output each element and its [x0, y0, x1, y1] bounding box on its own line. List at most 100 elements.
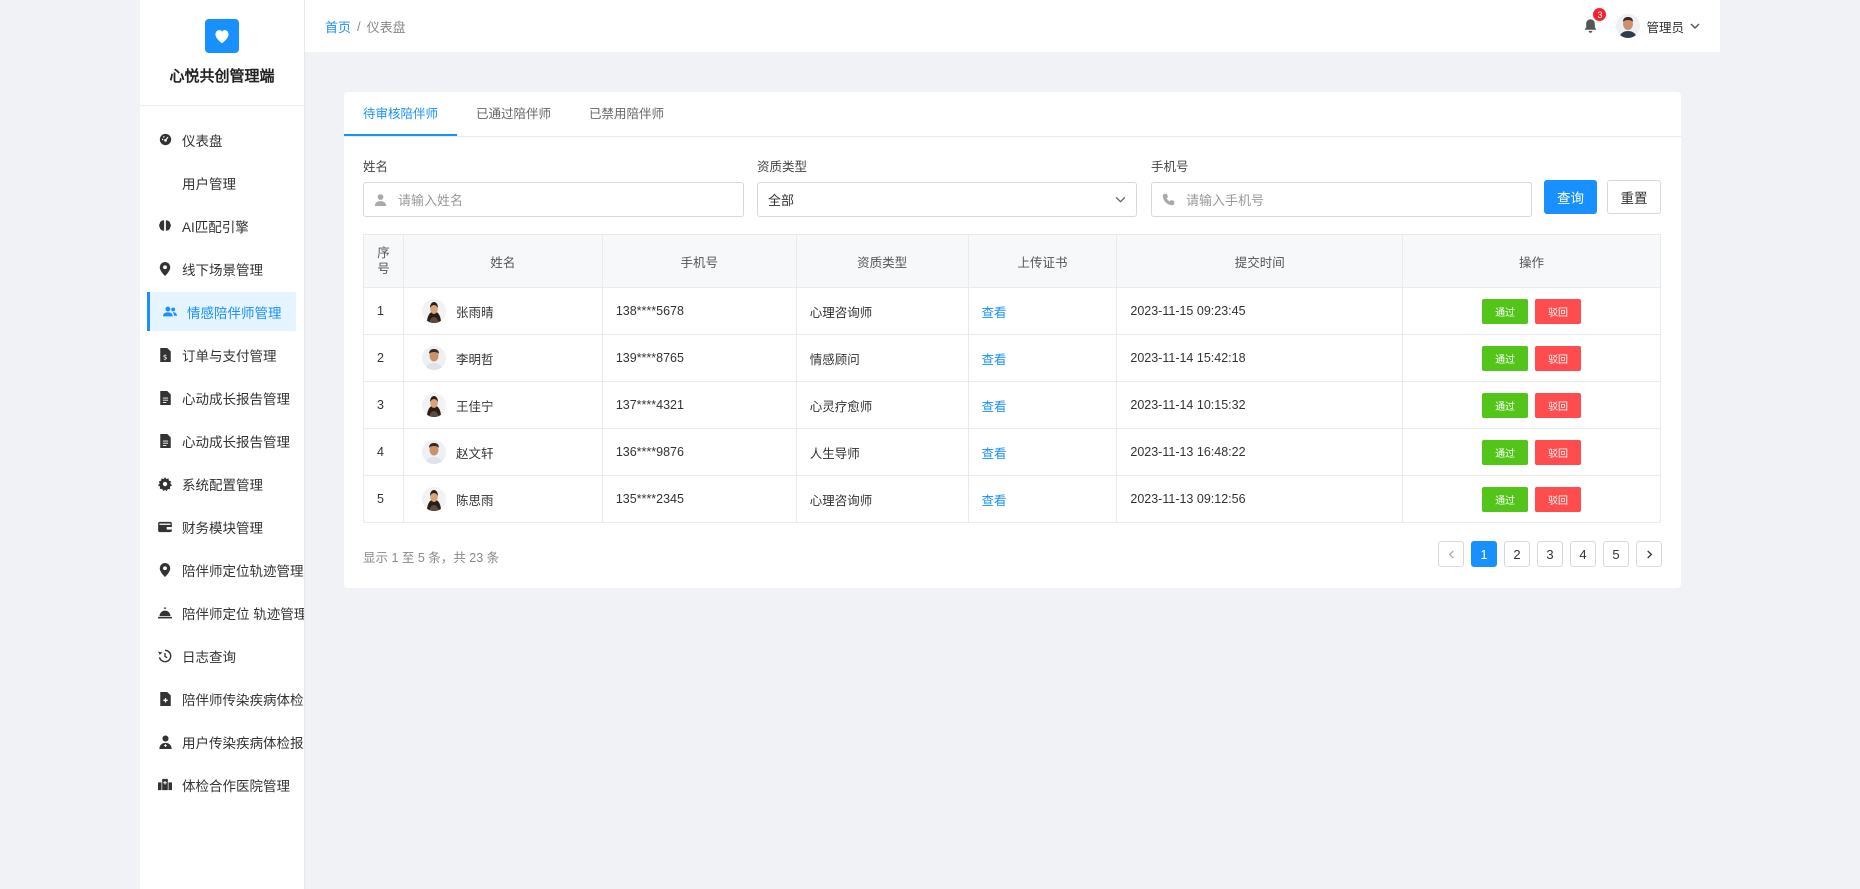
- table-header-row: 序号 姓名 手机号 资质类型 上传证书 提交时间 操作: [363, 234, 1661, 288]
- view-cert-link[interactable]: 查看: [982, 447, 1007, 461]
- view-cert-link[interactable]: 查看: [982, 494, 1007, 508]
- sidebar-item-15[interactable]: 体检合作医院管理: [140, 765, 296, 804]
- notification-button[interactable]: 3: [1580, 8, 1607, 36]
- pagination: 12345: [1438, 541, 1662, 567]
- sidebar-item-9[interactable]: 财务模块管理: [140, 507, 296, 546]
- bell-concierge-icon: [158, 606, 172, 620]
- cell-type: 心理咨询师: [795, 475, 969, 523]
- sidebar-item-0[interactable]: 仪表盘: [140, 120, 296, 159]
- invoice-icon: $: [158, 347, 172, 362]
- map-pin-icon: [158, 562, 172, 577]
- tab-0[interactable]: 待审核陪伴师: [344, 92, 458, 136]
- tab-bar: 待审核陪伴师 已通过陪伴师 已禁用陪伴师: [344, 92, 1681, 137]
- cell-cert: 查看: [967, 475, 1118, 523]
- chevron-left-icon: [1448, 549, 1454, 559]
- cell-ops: 通过 驳回: [1402, 381, 1661, 429]
- approve-button[interactable]: 通过: [1482, 486, 1529, 512]
- sidebar-item-5[interactable]: $ 订单与支付管理: [140, 335, 296, 374]
- sidebar-item-3[interactable]: 线下场景管理: [140, 249, 296, 288]
- phone-filter: 手机号 请输入手机号: [1151, 156, 1532, 217]
- cell-ops: 通过 驳回: [1402, 475, 1661, 523]
- approve-button[interactable]: 通过: [1482, 439, 1529, 465]
- cell-name: 陈思雨: [402, 475, 603, 523]
- cell-index: 3: [363, 381, 404, 429]
- sidebar-item-6[interactable]: 心动成长报告管理: [140, 378, 296, 417]
- page-1-button[interactable]: 1: [1471, 541, 1497, 567]
- sidebar-item-14[interactable]: 用户传染疾病体检报: [140, 722, 304, 761]
- file-icon: [158, 390, 172, 405]
- file-icon: [158, 433, 172, 448]
- user-menu[interactable]: 管理员: [1616, 14, 1700, 38]
- table-row: 1 张雨晴 138****5678 心理咨询师 查看 2023-11-15 09:23:4…: [363, 287, 1661, 335]
- col-ops-header: 操作: [1402, 234, 1661, 288]
- reject-button[interactable]: 驳回: [1535, 298, 1582, 324]
- header-actions: 3 管理员: [1580, 8, 1700, 38]
- sidebar-item-12[interactable]: 日志查询: [140, 636, 296, 675]
- cell-type: 人生导师: [795, 428, 969, 476]
- sidebar-item-label: 心动成长报告管理: [182, 391, 290, 407]
- breadcrumb-home-link[interactable]: 首页: [325, 17, 351, 36]
- cell-type: 情感顾问: [795, 334, 969, 382]
- sidebar-item-label: 仪表盘: [182, 133, 223, 149]
- sidebar-item-label: 体检合作医院管理: [182, 778, 290, 794]
- sidebar-item-label: 线下场景管理: [182, 262, 263, 278]
- cell-cert: 查看: [967, 428, 1118, 476]
- cell-cert: 查看: [967, 381, 1118, 429]
- page-5-button[interactable]: 5: [1603, 541, 1629, 567]
- history-icon: [158, 649, 172, 663]
- sidebar-item-13[interactable]: 陪伴师传染疾病体检: [140, 679, 304, 718]
- cell-time: 2023-11-13 09:12:56: [1116, 475, 1404, 523]
- sidebar-item-label: 财务模块管理: [182, 520, 263, 536]
- view-cert-link[interactable]: 查看: [982, 353, 1007, 367]
- col-name-header: 姓名: [402, 234, 603, 288]
- cell-phone: 138****5678: [601, 287, 797, 335]
- qualification-select[interactable]: 全部: [757, 182, 1137, 217]
- reject-button[interactable]: 驳回: [1535, 392, 1582, 418]
- hospital-icon: [158, 778, 172, 792]
- cell-name: 李明哲: [402, 334, 603, 382]
- view-cert-link[interactable]: 查看: [982, 306, 1007, 320]
- approve-button[interactable]: 通过: [1482, 345, 1529, 371]
- approve-button[interactable]: 通过: [1482, 392, 1529, 418]
- sidebar-item-2[interactable]: AI匹配引擎: [140, 206, 296, 245]
- user-doctor-icon: [158, 734, 172, 749]
- companion-name: 张雨晴: [455, 305, 494, 320]
- page-4-button[interactable]: 4: [1570, 541, 1596, 567]
- sidebar-item-7[interactable]: 心动成长报告管理: [140, 421, 296, 460]
- name-input[interactable]: 请输入姓名: [363, 182, 744, 217]
- cell-ops: 通过 驳回: [1402, 428, 1661, 476]
- view-cert-link[interactable]: 查看: [982, 400, 1007, 414]
- sidebar-item-4[interactable]: 情感陪伴师管理: [147, 292, 296, 331]
- reject-button[interactable]: 驳回: [1535, 439, 1582, 465]
- companion-table: 序号 姓名 手机号 资质类型 上传证书 提交时间 操作 1 张雨晴 138****5…: [363, 234, 1661, 523]
- sidebar-item-10[interactable]: 陪伴师定位轨迹管理: [140, 550, 304, 589]
- blank-icon: [158, 176, 172, 190]
- avatar: [421, 299, 446, 323]
- chevron-down-icon: [1690, 23, 1700, 29]
- query-button[interactable]: 查询: [1544, 180, 1597, 214]
- page-3-button[interactable]: 3: [1537, 541, 1563, 567]
- sidebar-item-1[interactable]: 用户管理: [140, 163, 296, 202]
- prev-page-button[interactable]: [1438, 541, 1464, 567]
- tab-2[interactable]: 已禁用陪伴师: [570, 92, 683, 136]
- sidebar-item-8[interactable]: 系统配置管理: [140, 464, 296, 503]
- phone-input[interactable]: 请输入手机号: [1151, 182, 1532, 217]
- col-phone-header: 手机号: [601, 234, 797, 288]
- next-page-button[interactable]: [1636, 541, 1662, 567]
- app-shell: 心悦共创管理端 仪表盘 用户管理 AI匹配引擎 线下场景管理 情感陪伴师管理 $ 订单与支付…: [140, 0, 1720, 889]
- page-2-button[interactable]: 2: [1504, 541, 1530, 567]
- approve-button[interactable]: 通过: [1482, 298, 1529, 324]
- reset-button[interactable]: 重置: [1607, 180, 1661, 214]
- reject-button[interactable]: 驳回: [1535, 345, 1582, 371]
- companion-name: 李明哲: [455, 352, 494, 367]
- sidebar-item-11[interactable]: 陪伴师定位 轨迹管理: [140, 593, 304, 632]
- tab-1[interactable]: 已通过陪伴师: [457, 92, 570, 136]
- cell-index: 2: [363, 334, 404, 382]
- chevron-right-icon: [1646, 549, 1652, 559]
- reject-button[interactable]: 驳回: [1535, 486, 1582, 512]
- table-row: 3 王佳宁 137****4321 心灵疗愈师 查看 2023-11-14 10:15:3…: [363, 381, 1661, 429]
- users-icon: [163, 305, 177, 319]
- cell-time: 2023-11-14 10:15:32: [1116, 381, 1404, 429]
- gear-icon: [158, 476, 172, 491]
- sidebar-menu: 仪表盘 用户管理 AI匹配引擎 线下场景管理 情感陪伴师管理 $ 订单与支付管理 心动成长报告…: [140, 106, 304, 804]
